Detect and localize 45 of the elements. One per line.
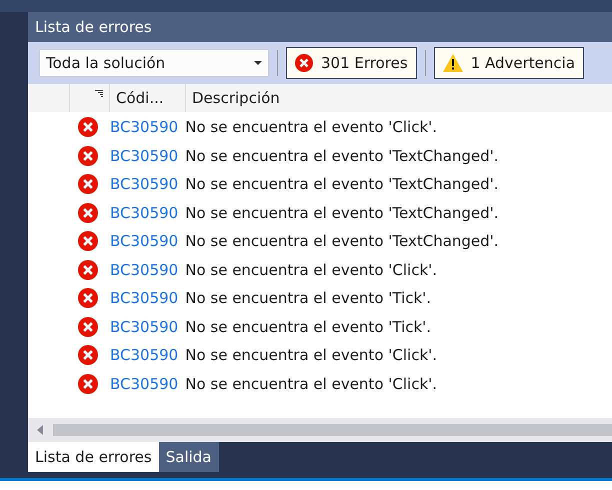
- error-description: No se encuentra el evento 'Click'.: [185, 346, 438, 364]
- error-icon: [78, 374, 98, 394]
- error-description: No se encuentra el evento 'Tick'.: [185, 289, 432, 308]
- error-code-link[interactable]: BC30590: [110, 260, 178, 279]
- error-code-link[interactable]: BC30590: [110, 175, 178, 194]
- error-icon: [295, 54, 313, 72]
- error-code-link[interactable]: BC30590: [110, 146, 178, 165]
- column-header[interactable]: Códi...: [110, 84, 186, 112]
- warnings-filter-button[interactable]: 1 Advertencia: [434, 47, 584, 79]
- error-code-link[interactable]: BC30590: [110, 318, 178, 336]
- error-icon: [78, 202, 98, 223]
- column-header[interactable]: Descripción: [186, 84, 612, 112]
- error-code-link[interactable]: BC30590: [110, 204, 178, 222]
- error-code-link[interactable]: BC30590: [110, 232, 178, 250]
- scrollbar-thumb[interactable]: [53, 424, 612, 436]
- error-description: No se encuentra el evento 'Click'.: [185, 374, 438, 393]
- scroll-left-icon[interactable]: [37, 425, 43, 435]
- error-icon: [78, 345, 98, 366]
- panel-tab[interactable]: Salida: [158, 442, 218, 472]
- error-description: No se encuentra el evento 'Tick'.: [185, 318, 432, 336]
- error-description: No se encuentra el evento 'Click'.: [185, 118, 438, 136]
- error-icon: [78, 260, 98, 280]
- error-code-link[interactable]: BC30590: [110, 346, 178, 364]
- error-icon: [78, 288, 98, 308]
- warning-icon: [442, 54, 463, 72]
- error-code-link[interactable]: BC30590: [110, 374, 178, 393]
- error-icon: [78, 174, 98, 194]
- error-icon: [78, 146, 98, 166]
- filter-icon: [95, 90, 103, 97]
- panel-title: Lista de errores: [28, 12, 612, 42]
- errors-filter-button[interactable]: 301 Errores: [286, 47, 417, 79]
- error-description: No se encuentra el evento 'Click'.: [185, 260, 438, 279]
- error-code-link[interactable]: BC30590: [110, 289, 178, 308]
- scope-dropdown[interactable]: Toda la solución: [39, 49, 269, 77]
- error-description: No se encuentra el evento 'TextChanged'.: [185, 175, 499, 194]
- error-icon: [78, 316, 98, 337]
- panel-tab[interactable]: Lista de errores: [28, 442, 159, 472]
- caret-icon: [254, 61, 262, 65]
- error-description: No se encuentra el evento 'TextChanged'.: [185, 204, 499, 222]
- error-description: No se encuentra el evento 'TextChanged'.: [185, 146, 499, 165]
- error-code-link[interactable]: BC30590: [110, 118, 178, 136]
- error-icon: [78, 231, 98, 252]
- error-description: No se encuentra el evento 'TextChanged'.: [185, 232, 499, 250]
- horizontal-scrollbar[interactable]: [28, 418, 612, 442]
- error-icon: [78, 117, 98, 138]
